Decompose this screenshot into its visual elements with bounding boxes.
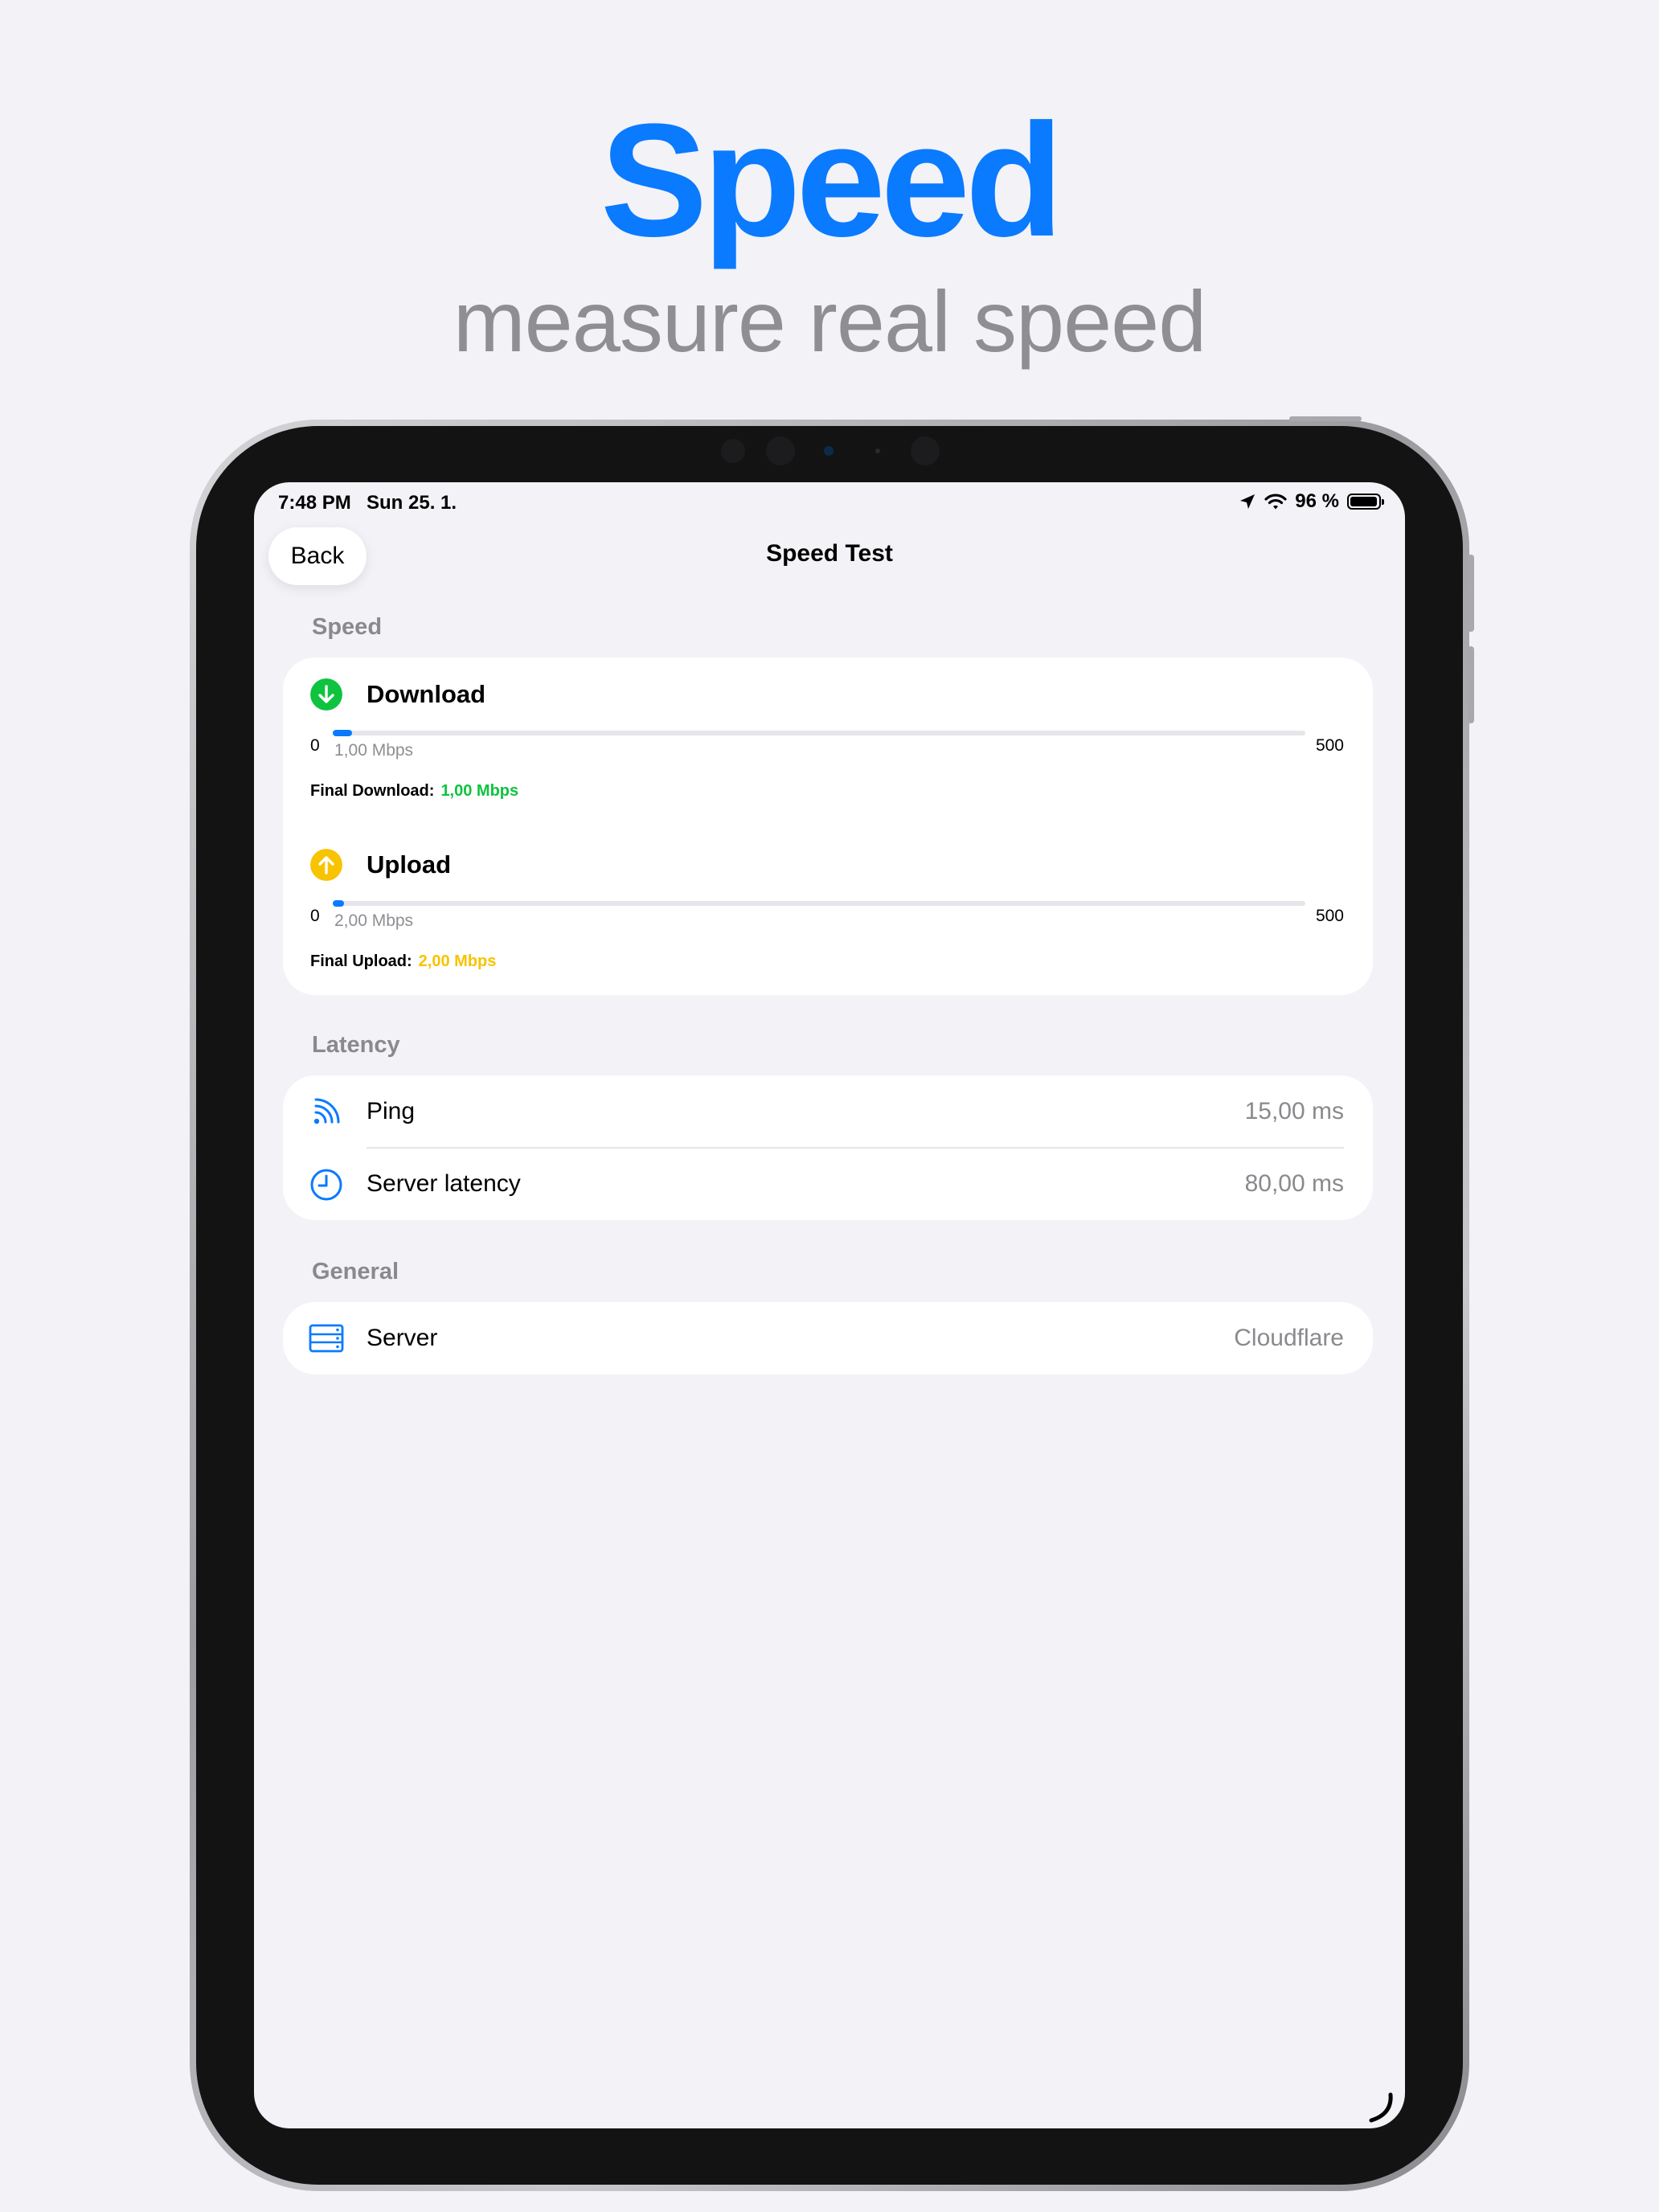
hero-subtitle: measure real speed <box>453 272 1207 370</box>
corner-indicator-icon <box>1369 2092 1393 2123</box>
download-arrow-icon <box>310 678 342 711</box>
status-indicators: 96 % <box>1239 490 1384 513</box>
server-latency-value: 80,00 ms <box>1244 1170 1344 1197</box>
app-screen: 7:48 PM Sun 25. 1. 96 % Back Speed Test … <box>254 482 1405 2128</box>
hero-title: Speed <box>600 91 1063 270</box>
upload-scale-max: 500 <box>1315 907 1344 925</box>
battery-percentage: 96 % <box>1295 490 1339 512</box>
download-title: Download <box>367 680 486 708</box>
upload-progress-bar <box>333 900 1305 907</box>
final-download-value: 1,00 Mbps <box>440 782 519 800</box>
final-download-label: Final Download: <box>310 782 435 800</box>
download-scale-max: 500 <box>1315 736 1344 755</box>
final-upload-value: 2,00 Mbps <box>418 952 497 970</box>
download-scale-min: 0 <box>310 736 320 755</box>
status-time: 7:48 PM <box>278 492 351 514</box>
sensor-middle <box>766 436 795 465</box>
latency-card: Ping 15,00 ms Server latency 80,00 ms <box>283 1075 1373 1220</box>
upload-current-value: 2,00 Mbps <box>334 911 414 930</box>
final-upload-row: Final Upload: 2,00 Mbps <box>310 952 496 971</box>
upload-scale-min: 0 <box>310 907 320 925</box>
ping-value: 15,00 ms <box>1244 1098 1344 1124</box>
final-upload-label: Final Upload: <box>310 952 412 970</box>
sensor-dot <box>875 449 880 453</box>
server-label: Server <box>367 1325 438 1351</box>
download-progress-bar <box>333 730 1305 736</box>
upload-arrow-icon <box>310 849 342 881</box>
nav-title: Speed Test <box>766 540 893 567</box>
status-bar: 7:48 PM Sun 25. 1. 96 % <box>254 482 1405 524</box>
general-row-server[interactable]: Server Cloudflare <box>283 1302 1373 1374</box>
wifi-icon <box>1264 494 1287 510</box>
status-date: Sun 25. 1. <box>367 492 457 514</box>
power-button <box>1289 416 1362 421</box>
final-download-row: Final Download: 1,00 Mbps <box>310 782 518 801</box>
download-progress-fill <box>333 730 352 736</box>
upload-title: Upload <box>367 850 452 879</box>
latency-row-ping[interactable]: Ping 15,00 ms <box>283 1075 1373 1148</box>
download-current-value: 1,00 Mbps <box>334 741 414 760</box>
sensor-right <box>911 436 940 465</box>
battery-icon <box>1347 494 1384 510</box>
latency-row-server[interactable]: Server latency 80,00 ms <box>283 1148 1373 1220</box>
wifi-signal-icon <box>313 1098 340 1124</box>
server-latency-label: Server latency <box>367 1170 521 1197</box>
location-arrow-icon <box>1240 494 1256 509</box>
speed-card: Download 0 1,00 Mbps 500 Final Download:… <box>283 657 1373 995</box>
server-icon <box>309 1324 344 1353</box>
server-value: Cloudflare <box>1234 1325 1344 1351</box>
ping-label: Ping <box>367 1098 416 1124</box>
latency-section-header: Latency <box>312 1032 400 1058</box>
speed-section-header: Speed <box>312 614 383 640</box>
general-card: Server Cloudflare <box>283 1302 1373 1374</box>
front-camera <box>824 446 834 456</box>
volume-button-bottom <box>1468 646 1474 723</box>
sensor-left <box>721 439 745 463</box>
volume-button-top <box>1468 555 1474 632</box>
general-section-header: General <box>312 1259 399 1284</box>
upload-progress-fill <box>333 900 344 907</box>
clock-icon <box>310 1169 342 1201</box>
